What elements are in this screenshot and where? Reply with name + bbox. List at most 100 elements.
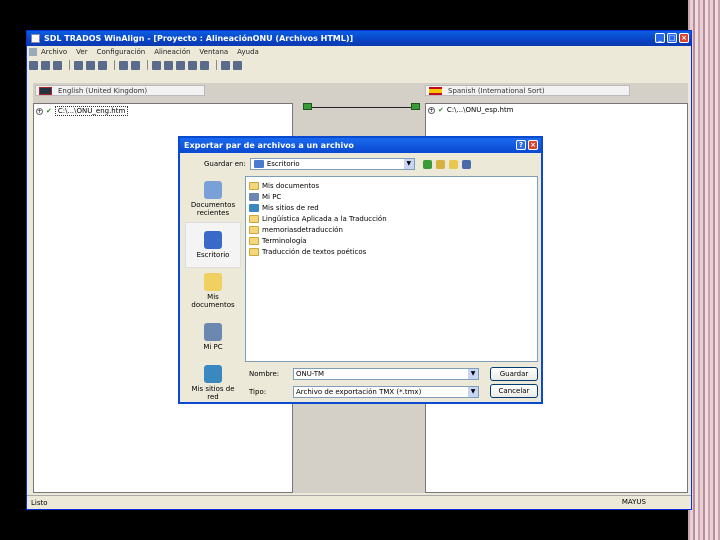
menu-configuracion[interactable]: Configuración (97, 48, 146, 56)
print-icon[interactable] (98, 60, 107, 70)
list-item[interactable]: Mis documentos (249, 180, 534, 191)
file-list[interactable]: Mis documentos Mi PC Mis sitios de red L… (245, 176, 538, 362)
place-desktop[interactable]: Escritorio (185, 222, 241, 268)
arrow-icon[interactable] (131, 60, 140, 70)
source-segment[interactable]: + ✔ C:\...\ONU_eng.htm (36, 106, 129, 116)
menu-bar: Archivo Ver Configuración Alineación Ven… (27, 46, 691, 57)
menu-ventana[interactable]: Ventana (199, 48, 228, 56)
open-icon[interactable] (41, 60, 50, 70)
cancel-button[interactable]: Cancelar (490, 384, 538, 398)
target-segment[interactable]: + ✔ C:\...\ONU_esp.htm (428, 106, 514, 114)
expand-icon[interactable]: + (428, 106, 435, 114)
place-recent[interactable]: Documentos recientes (185, 176, 241, 222)
toolbar-separator (114, 60, 115, 70)
dialog-close-button[interactable]: × (528, 140, 538, 150)
network-places-icon (204, 365, 222, 383)
up-folder-icon[interactable] (435, 159, 445, 169)
right-language-header: Spanish (International Sort) (425, 85, 630, 96)
window-title: SDL TRADOS WinAlign - [Proyecto : Alinea… (44, 34, 354, 43)
chevron-down-icon[interactable]: ▼ (468, 369, 478, 379)
toolbar-separator (69, 60, 70, 70)
desktop-icon (204, 231, 222, 249)
list-item[interactable]: Mi PC (249, 191, 534, 202)
link-node-icon[interactable] (411, 103, 420, 110)
places-bar: Documentos recientes Escritorio Mis docu… (185, 176, 241, 402)
my-computer-icon (204, 323, 222, 341)
menu-ayuda[interactable]: Ayuda (237, 48, 259, 56)
context-help-icon[interactable] (233, 60, 242, 70)
title-bar[interactable]: SDL TRADOS WinAlign - [Proyecto : Alinea… (27, 31, 691, 46)
place-network[interactable]: Mis sitios de red (185, 360, 241, 406)
check-icon: ✔ (46, 107, 52, 115)
toolbar-separator (216, 60, 217, 70)
left-language-header: English (United Kingdom) (35, 85, 205, 96)
my-computer-icon (249, 192, 259, 201)
network-places-icon (249, 203, 259, 212)
my-documents-icon (204, 273, 222, 291)
filename-row: Nombre: ONU-TM ▼ (249, 368, 479, 380)
list-item[interactable]: Mis sitios de red (249, 202, 534, 213)
list-item[interactable]: Lingüística Aplicada a la Traducción (249, 213, 534, 224)
zoom-in-icon[interactable] (164, 60, 173, 70)
toolbar-separator (147, 60, 148, 70)
folder-icon (249, 247, 259, 256)
recent-documents-icon (204, 181, 222, 199)
list-item[interactable]: memoriasdetraducción (249, 224, 534, 235)
filetype-select[interactable]: Archivo de exportación TMX (*.tmx) ▼ (293, 386, 479, 398)
new-folder-icon[interactable] (448, 159, 458, 169)
list-item[interactable]: Terminología (249, 235, 534, 246)
folder-icon (249, 236, 259, 245)
expand-icon[interactable]: + (36, 107, 43, 115)
back-icon[interactable] (422, 159, 432, 169)
menu-ver[interactable]: Ver (76, 48, 87, 56)
caps-indicator: MAYUS (621, 498, 646, 506)
check-icon: ✔ (438, 106, 444, 114)
zoom-out-icon[interactable] (176, 60, 185, 70)
alignment-link[interactable] (312, 107, 411, 108)
minimize-button[interactable]: _ (655, 33, 665, 43)
save-icon[interactable] (53, 60, 62, 70)
split-icon[interactable] (86, 60, 95, 70)
dialog-title-bar[interactable]: Exportar par de archivos a un archivo ? … (180, 138, 541, 153)
background-stripe (688, 0, 720, 540)
folder-icon (249, 214, 259, 223)
spain-flag-icon (429, 87, 442, 95)
my-documents-icon (249, 181, 259, 190)
maximize-button[interactable]: □ (667, 33, 677, 43)
close-button[interactable]: × (679, 33, 689, 43)
filetype-row: Tipo: Archivo de exportación TMX (*.tmx)… (249, 386, 479, 398)
link-node-icon[interactable] (303, 103, 312, 110)
filename-label: Nombre: (249, 370, 280, 378)
dialog-title: Exportar par de archivos a un archivo (184, 141, 354, 150)
menu-alineacion[interactable]: Alineación (154, 48, 190, 56)
new-icon[interactable] (29, 60, 38, 70)
dialog-help-button[interactable]: ? (516, 140, 526, 150)
view-menu-icon[interactable] (461, 159, 471, 169)
app-icon (31, 34, 40, 43)
help-icon[interactable] (221, 60, 230, 70)
status-bar: Listo MAYUS (27, 495, 691, 509)
save-in-select[interactable]: Escritorio ▼ (249, 158, 415, 170)
save-in-label: Guardar en: (204, 160, 246, 168)
chevron-down-icon[interactable]: ▼ (468, 387, 478, 397)
folder-icon (249, 225, 259, 234)
page-icon[interactable] (188, 60, 197, 70)
chevron-down-icon[interactable]: ▼ (403, 159, 414, 169)
filename-input[interactable]: ONU-TM ▼ (293, 368, 479, 380)
document-icon (29, 47, 37, 56)
place-my-documents[interactable]: Mis documentos (185, 268, 241, 314)
status-text: Listo (31, 498, 48, 507)
place-my-computer[interactable]: Mi PC (185, 314, 241, 360)
export-dialog: Exportar par de archivos a un archivo ? … (178, 136, 543, 404)
save-button[interactable]: Guardar (490, 367, 538, 381)
desktop-icon (253, 160, 264, 168)
align-icon[interactable] (74, 60, 83, 70)
list-item[interactable]: Traducción de textos poéticos (249, 246, 534, 257)
menu-archivo[interactable]: Archivo (41, 48, 67, 56)
find-icon[interactable] (119, 60, 128, 70)
copy-icon[interactable] (200, 60, 209, 70)
toolbar (29, 58, 245, 72)
filetype-label: Tipo: (249, 388, 267, 396)
properties-icon[interactable] (152, 60, 161, 70)
uk-flag-icon (39, 87, 52, 95)
